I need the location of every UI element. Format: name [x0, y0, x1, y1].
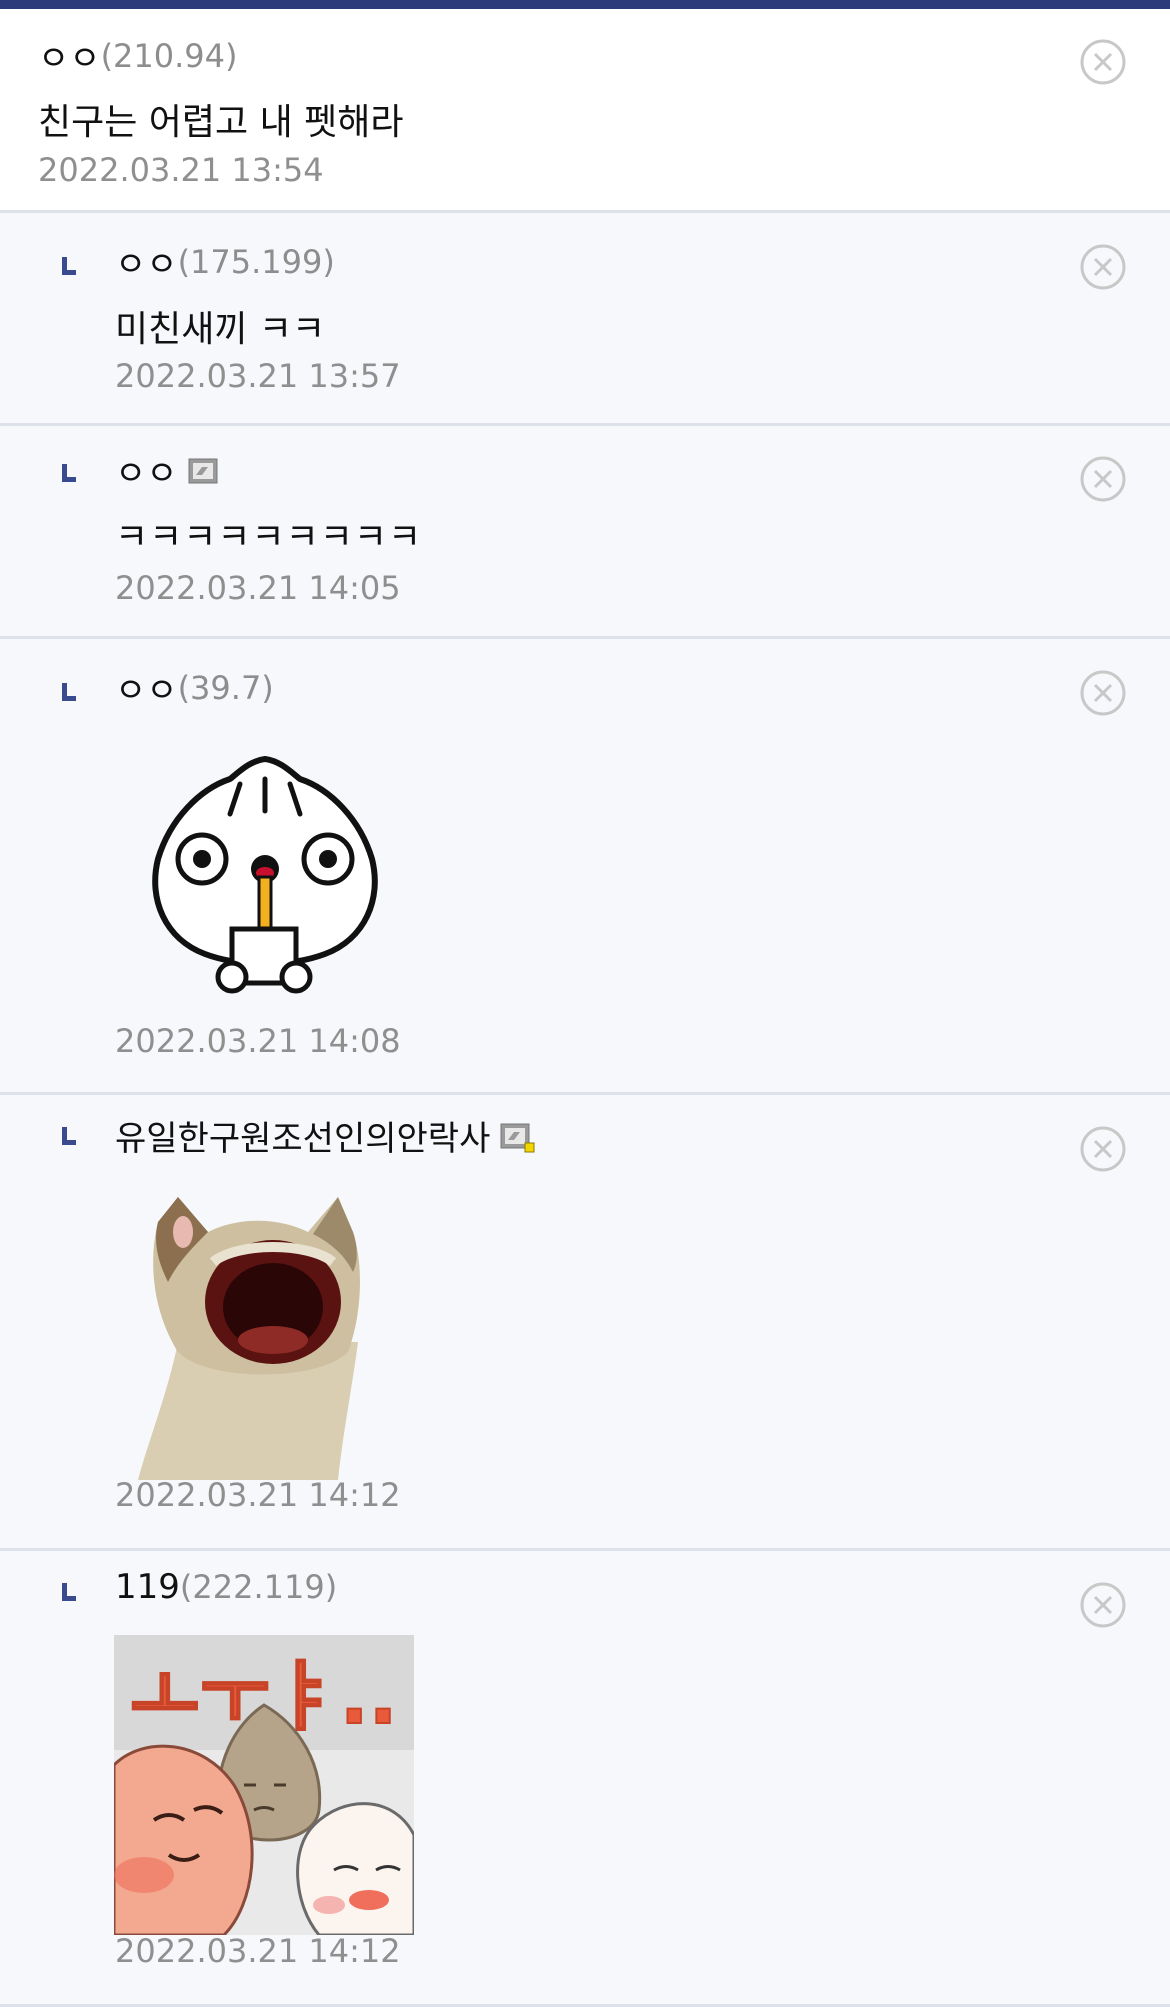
- nickname: ㅇㅇ: [38, 39, 101, 79]
- top-accent-bar: [0, 0, 1170, 9]
- comment-date: 2022.03.21 13:57: [115, 357, 401, 395]
- comment-author[interactable]: ㅇㅇ (175.199): [115, 237, 335, 286]
- ip-address: (210.94): [100, 36, 238, 75]
- close-circle-icon: [1080, 39, 1126, 85]
- reply-arrow-icon: [62, 683, 76, 701]
- close-circle-icon: [1080, 1126, 1126, 1172]
- comment-text: 친구는 어렵고 내 펫해라: [38, 102, 404, 143]
- reply-arrow-icon: [62, 1583, 76, 1601]
- comment-date: 2022.03.21 13:54: [38, 151, 324, 189]
- comment-author[interactable]: 유일한구원조선인의안락사: [115, 1111, 536, 1160]
- comment-date: 2022.03.21 14:05: [115, 569, 401, 607]
- comment-item: ㅇㅇ (210.94) 친구는 어렵고 내 펫해라 2022.03.21 13:…: [0, 9, 1170, 213]
- comment-date: 2022.03.21 14:12: [115, 1476, 401, 1514]
- nickname: ㅇㅇ: [115, 671, 178, 711]
- comment-author[interactable]: ㅇㅇ: [115, 446, 218, 495]
- fixed-nick-badge-yellow-icon: [500, 1123, 536, 1152]
- comment-date: 2022.03.21 14:12: [115, 1932, 401, 1970]
- reply-item: ㅇㅇ (175.199) 미친새끼 ㅋㅋ 2022.03.21 13:57: [0, 213, 1170, 426]
- delete-comment-button[interactable]: [1080, 39, 1126, 85]
- reply-arrow-icon: [62, 257, 76, 275]
- close-circle-icon: [1080, 244, 1126, 290]
- delete-comment-button[interactable]: [1080, 670, 1126, 716]
- ip-address: (222.119): [179, 1568, 338, 1606]
- close-circle-icon: [1080, 670, 1126, 716]
- comment-author[interactable]: ㅇㅇ (39.7): [115, 663, 274, 712]
- ip-address: (39.7): [177, 668, 274, 707]
- nickname: ㅇㅇ: [115, 245, 178, 285]
- ip-address: (175.199): [177, 242, 335, 281]
- delete-comment-button[interactable]: [1080, 244, 1126, 290]
- comment-author[interactable]: 119 (222.119): [115, 1567, 337, 1607]
- delete-comment-button[interactable]: [1080, 456, 1126, 502]
- fixed-nick-badge-icon: [188, 458, 218, 484]
- comment-text: 미친새끼 ㅋㅋ: [115, 309, 326, 350]
- delete-comment-button[interactable]: [1080, 1126, 1126, 1172]
- reply-arrow-icon: [62, 1127, 76, 1145]
- nickname: 유일한구원조선인의안락사: [115, 1119, 491, 1159]
- reply-item: ㅇㅇ ㅋㅋㅋㅋㅋㅋㅋㅋㅋ 2022.03.21 14:05: [0, 426, 1170, 639]
- nickname: 119: [115, 1567, 180, 1607]
- comment-author[interactable]: ㅇㅇ (210.94): [38, 31, 238, 80]
- reply-arrow-icon: [62, 464, 76, 482]
- comment-date: 2022.03.21 14:08: [115, 1022, 401, 1060]
- close-circle-icon: [1080, 1582, 1126, 1628]
- reply-item: ㅇㅇ (39.7) 2022.03.21 14:08: [0, 639, 1170, 1095]
- reply-item: 119 (222.119) ㅗㅜㅑ.. 2022.03.21 14:12: [0, 1551, 1170, 2007]
- nickname: ㅇㅇ: [115, 454, 178, 494]
- close-circle-icon: [1080, 456, 1126, 502]
- delete-comment-button[interactable]: [1080, 1582, 1126, 1628]
- comment-text: ㅋㅋㅋㅋㅋㅋㅋㅋㅋ: [115, 517, 423, 558]
- screaming-cat-sticker[interactable]: [138, 1192, 378, 1480]
- reply-item: 유일한구원조선인의안락사 2022.03.21 14:12: [0, 1095, 1170, 1551]
- dumpling-drinking-sticker[interactable]: [130, 739, 400, 999]
- dumplings-laughing-sticker[interactable]: ㅗㅜㅑ..: [112, 1635, 416, 1937]
